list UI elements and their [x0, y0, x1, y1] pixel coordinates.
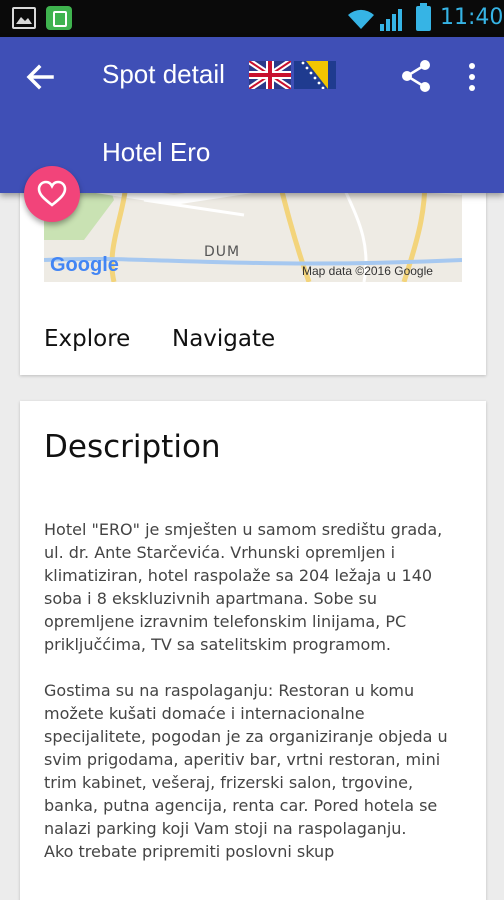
signal-icon [380, 9, 402, 31]
google-logo: Google [50, 254, 119, 276]
map-district-label: DUM [204, 244, 241, 260]
description-heading: Description [44, 429, 221, 465]
app-bar: Spot detail Hotel Ero [0, 37, 504, 193]
page-title: Spot detail [102, 59, 225, 89]
battery-icon [416, 3, 431, 31]
description-paragraph: Hotel "ERO" je smješten u samom središtu… [44, 520, 443, 654]
app-notification-icon [46, 6, 72, 30]
spot-name: Hotel Ero [102, 137, 211, 167]
back-arrow-icon[interactable] [22, 59, 58, 95]
gallery-icon [12, 7, 36, 29]
uk-flag-icon[interactable] [249, 61, 291, 89]
description-body: Hotel "ERO" je smješten u samom središtu… [44, 518, 464, 886]
navigate-button[interactable]: Navigate [172, 326, 275, 352]
more-vert-icon[interactable] [464, 61, 480, 93]
bosnia-flag-icon[interactable] [294, 61, 336, 89]
status-time: 11:40 [440, 5, 504, 30]
heart-icon [37, 180, 67, 207]
description-paragraph: Gostima su na raspolaganju: Restoran u k… [44, 681, 448, 861]
favorite-button[interactable] [24, 166, 80, 222]
share-icon[interactable] [400, 59, 432, 93]
map-attribution: Map data ©2016 Google [302, 264, 433, 278]
status-bar: 11:40 [0, 0, 504, 37]
explore-button[interactable]: Explore [44, 326, 130, 352]
description-card: Description Hotel "ERO" je smješten u sa… [20, 401, 486, 900]
wifi-icon [348, 9, 374, 29]
